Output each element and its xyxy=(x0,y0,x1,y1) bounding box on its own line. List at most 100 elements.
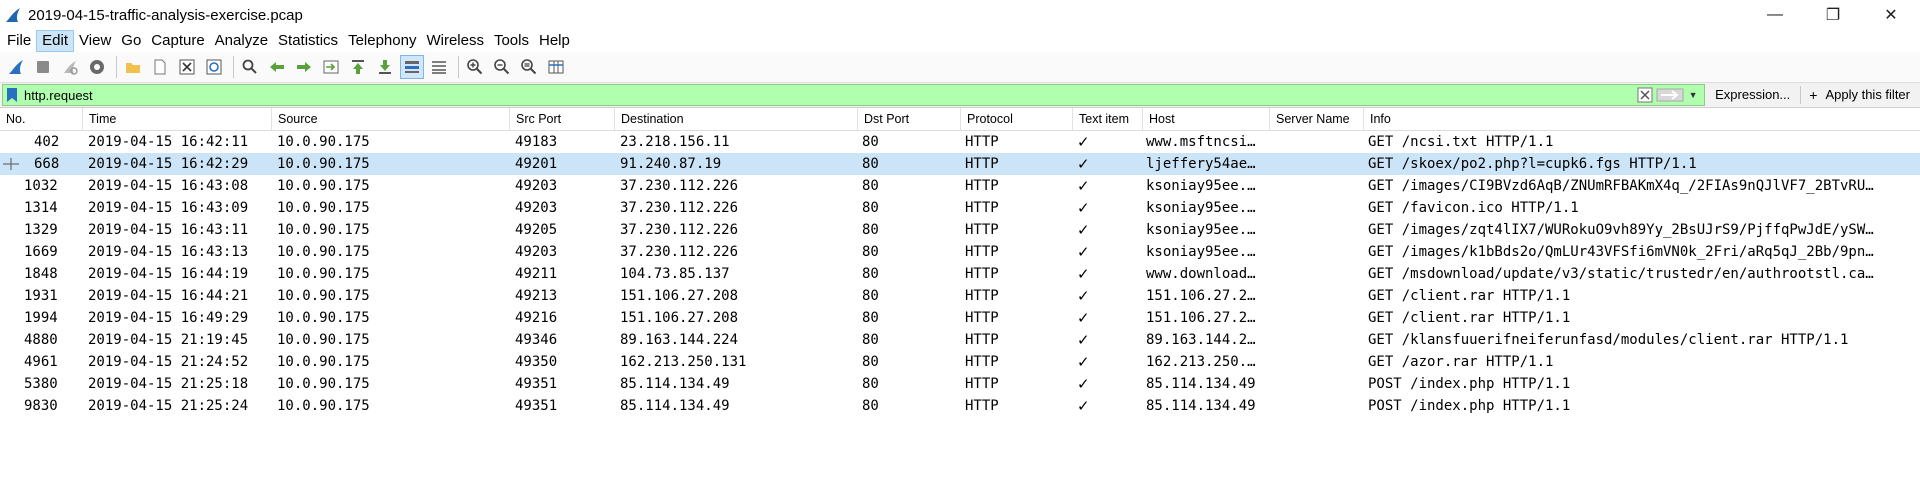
menu-statistics[interactable]: Statistics xyxy=(273,30,343,52)
column-header-host[interactable]: Host xyxy=(1143,108,1270,130)
maximize-button[interactable]: ❐ xyxy=(1804,0,1862,30)
go-to-packet-button[interactable] xyxy=(319,55,343,79)
zoom-out-button[interactable] xyxy=(490,55,514,79)
cell-host: 89.163.144.2… xyxy=(1146,332,1256,348)
display-filter-input[interactable] xyxy=(24,87,1638,103)
clear-filter-icon[interactable] xyxy=(1637,87,1653,103)
last-packet-button[interactable] xyxy=(373,55,397,79)
add-filter-button-icon[interactable]: + xyxy=(1809,87,1817,103)
arrow-left-icon xyxy=(270,62,284,72)
zoom-in-button[interactable] xyxy=(463,55,487,79)
open-file-button[interactable] xyxy=(121,55,145,79)
cell-no: 1669 xyxy=(24,244,58,260)
cell-src-port: 49351 xyxy=(515,398,558,414)
menu-telephony[interactable]: Telephony xyxy=(343,30,421,52)
packet-row[interactable]: 9830 2019-04-15 21:25:24 10.0.90.175 49351 8… xyxy=(0,395,1920,417)
start-capture-button[interactable] xyxy=(4,55,28,79)
packet-row[interactable]: 4880 2019-04-15 21:19:45 10.0.90.175 49346 8… xyxy=(0,329,1920,351)
menu-view[interactable]: View xyxy=(74,30,116,52)
packet-row[interactable]: 5380 2019-04-15 21:25:18 10.0.90.175 49351 8… xyxy=(0,373,1920,395)
cell-info: GET /msdownload/update/v3/static/trusted… xyxy=(1368,266,1874,282)
go-forward-button[interactable] xyxy=(292,55,316,79)
cell-time: 2019-04-15 16:42:29 xyxy=(88,156,249,172)
menu-help[interactable]: Help xyxy=(534,30,575,52)
cell-info: GET /client.rar HTTP/1.1 xyxy=(1368,288,1571,304)
column-header-server-name[interactable]: Server Name xyxy=(1270,108,1364,130)
filter-history-dropdown-icon[interactable]: ▼ xyxy=(1686,87,1700,103)
cell-destination: 151.106.27.208 xyxy=(620,310,739,326)
menu-tools[interactable]: Tools xyxy=(489,30,534,52)
cell-time: 2019-04-15 21:25:18 xyxy=(88,376,249,392)
packet-row[interactable]: 402 2019-04-15 16:42:11 10.0.90.175 49183 23… xyxy=(0,131,1920,153)
packet-row[interactable]: 4961 2019-04-15 21:24:52 10.0.90.175 49350 1… xyxy=(0,351,1920,373)
close-button[interactable]: ✕ xyxy=(1862,0,1920,30)
menu-analyze[interactable]: Analyze xyxy=(210,30,273,52)
cell-time: 2019-04-15 16:44:19 xyxy=(88,266,249,282)
cell-info: GET /favicon.ico HTTP/1.1 xyxy=(1368,200,1579,216)
packet-row[interactable]: 1669 2019-04-15 16:43:13 10.0.90.175 49203 3… xyxy=(0,241,1920,263)
cell-host: ksoniay95ee.… xyxy=(1146,222,1256,238)
cell-text-item: ✓ xyxy=(1077,265,1090,283)
packet-row[interactable]: 1329 2019-04-15 16:43:11 10.0.90.175 49205 3… xyxy=(0,219,1920,241)
minimize-button[interactable]: — xyxy=(1746,0,1804,30)
cell-time: 2019-04-15 16:44:21 xyxy=(88,288,249,304)
column-header-dst-port[interactable]: Dst Port xyxy=(858,108,961,130)
column-header-no[interactable]: No. xyxy=(0,108,83,130)
apply-this-filter-button[interactable]: Apply this filter xyxy=(1823,83,1920,107)
find-packet-button[interactable] xyxy=(238,55,262,79)
packet-row[interactable]: 1032 2019-04-15 16:43:08 10.0.90.175 49203 3… xyxy=(0,175,1920,197)
cell-server-name xyxy=(1274,241,1362,263)
cell-no: 1314 xyxy=(24,200,58,216)
column-header-protocol[interactable]: Protocol xyxy=(961,108,1073,130)
go-back-button[interactable] xyxy=(265,55,289,79)
menu-wireless[interactable]: Wireless xyxy=(421,30,489,52)
capture-options-button[interactable] xyxy=(85,55,109,79)
zoom-reset-button[interactable] xyxy=(517,55,541,79)
arrow-right-icon xyxy=(297,62,311,72)
reload-file-button[interactable] xyxy=(202,55,226,79)
cell-dst-port: 80 xyxy=(862,244,879,260)
packet-row[interactable]: 1848 2019-04-15 16:44:19 10.0.90.175 49211 1… xyxy=(0,263,1920,285)
restart-capture-button[interactable] xyxy=(58,55,82,79)
packet-row[interactable]: 1314 2019-04-15 16:43:09 10.0.90.175 49203 3… xyxy=(0,197,1920,219)
cell-src-port: 49216 xyxy=(515,310,558,326)
cell-time: 2019-04-15 21:25:24 xyxy=(88,398,249,414)
packet-row[interactable]: 1931 2019-04-15 16:44:21 10.0.90.175 49213 1… xyxy=(0,285,1920,307)
stop-capture-button[interactable] xyxy=(31,55,55,79)
packet-list-header: No. Time Source Src Port Destination Dst… xyxy=(0,108,1920,131)
menu-capture[interactable]: Capture xyxy=(146,30,209,52)
cell-destination: 37.230.112.226 xyxy=(620,200,739,216)
column-header-source[interactable]: Source xyxy=(272,108,510,130)
cell-protocol: HTTP xyxy=(965,376,999,392)
toolbar-separator xyxy=(233,56,234,78)
cell-source: 10.0.90.175 xyxy=(277,332,370,348)
menu-file[interactable]: File xyxy=(2,30,36,52)
cell-src-port: 49203 xyxy=(515,178,558,194)
cell-no: 1848 xyxy=(24,266,58,282)
resize-columns-button[interactable] xyxy=(544,55,568,79)
column-header-src-port[interactable]: Src Port xyxy=(510,108,615,130)
column-header-info[interactable]: Info xyxy=(1364,108,1920,130)
cell-src-port: 49203 xyxy=(515,244,558,260)
apply-arrow-icon[interactable] xyxy=(1656,87,1684,103)
column-header-text-item[interactable]: Text item xyxy=(1073,108,1143,130)
cell-src-port: 49205 xyxy=(515,222,558,238)
packet-row[interactable]: 1994 2019-04-15 16:49:29 10.0.90.175 49216 1… xyxy=(0,307,1920,329)
resize-columns-icon xyxy=(548,60,564,74)
menu-edit[interactable]: Edit xyxy=(36,30,75,52)
auto-scroll-button[interactable] xyxy=(400,55,424,79)
expression-button[interactable]: Expression... xyxy=(1705,83,1800,107)
column-header-time[interactable]: Time xyxy=(83,108,272,130)
magnifier-icon xyxy=(242,59,257,74)
packet-row[interactable]: 668 2019-04-15 16:42:29 10.0.90.175 49201 91… xyxy=(0,153,1920,175)
colorize-button[interactable] xyxy=(427,55,451,79)
column-header-destination[interactable]: Destination xyxy=(615,108,858,130)
save-file-button[interactable] xyxy=(148,55,172,79)
menu-go[interactable]: Go xyxy=(116,30,146,52)
bookmark-icon[interactable] xyxy=(6,87,18,103)
cell-host: 85.114.134.49 xyxy=(1146,398,1256,414)
first-packet-button[interactable] xyxy=(346,55,370,79)
cell-text-item: ✓ xyxy=(1077,353,1090,371)
close-file-button[interactable] xyxy=(175,55,199,79)
cell-protocol: HTTP xyxy=(965,244,999,260)
